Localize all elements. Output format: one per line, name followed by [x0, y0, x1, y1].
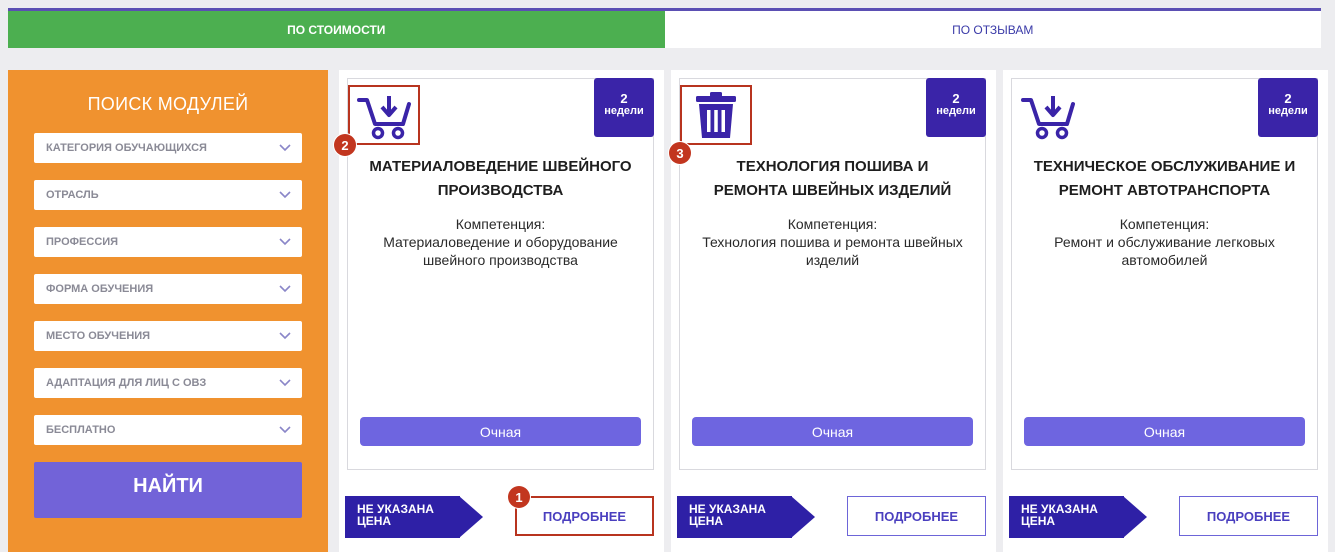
duration-value: 2 — [952, 91, 960, 106]
filter-study-place[interactable]: МЕСТО ОБУЧЕНИЯ — [34, 321, 302, 351]
filter-label: ПРОФЕССИЯ — [46, 236, 119, 248]
module-card-column: 2 недели МАТЕРИАЛОВЕДЕНИЕ ШВЕЙНОГО ПРОИЗ… — [339, 70, 664, 552]
details-button[interactable]: ПОДРОБНЕЕ — [1179, 496, 1318, 536]
price-label: НЕ УКАЗАНА ЦЕНА — [345, 496, 460, 538]
duration-unit: недели — [1268, 105, 1308, 117]
add-to-cart-button[interactable] — [348, 85, 420, 145]
competence-label: Компетенция: — [455, 216, 546, 232]
sort-tabs: ПО СТОИМОСТИ ПО ОТЗЫВАМ — [8, 8, 1321, 48]
competence-value: Технология пошива и ремонта швейных изде… — [702, 234, 963, 268]
chevron-down-icon — [279, 144, 291, 152]
module-card: 2 недели ТЕХНИЧЕСКОЕ ОБСЛУЖИВАНИЕ И РЕМО… — [1011, 78, 1318, 470]
price-label: НЕ УКАЗАНА ЦЕНА — [1009, 496, 1124, 538]
module-card: 2 недели ТЕХНОЛОГИЯ ПОШИВА И РЕМОНТА ШВЕ… — [679, 78, 986, 470]
module-card-column: 2 недели ТЕХНИЧЕСКОЕ ОБСЛУЖИВАНИЕ И РЕМО… — [1003, 70, 1328, 552]
chevron-down-icon — [279, 238, 291, 246]
filter-label: ОТРАСЛЬ — [46, 189, 99, 201]
price-label: НЕ УКАЗАНА ЦЕНА — [677, 496, 792, 538]
module-title: ТЕХНИЧЕСКОЕ ОБСЛУЖИВАНИЕ И РЕМОНТ АВТОТР… — [1033, 158, 1296, 199]
duration-badge: 2 недели — [926, 78, 986, 137]
duration-unit: недели — [936, 105, 976, 117]
find-button[interactable]: НАЙТИ — [34, 462, 302, 518]
filter-accessibility[interactable]: АДАПТАЦИЯ ДЛЯ ЛИЦ С ОВЗ — [34, 368, 302, 398]
details-button[interactable]: ПОДРОБНЕЕ — [515, 496, 654, 536]
price-arrow — [791, 496, 815, 538]
chevron-down-icon — [279, 426, 291, 434]
tab-by-reviews[interactable]: ПО ОТЗЫВАМ — [664, 11, 1321, 48]
module-title: ТЕХНОЛОГИЯ ПОШИВА И РЕМОНТА ШВЕЙНЫХ ИЗДЕ… — [713, 158, 952, 199]
chevron-down-icon — [279, 379, 291, 387]
duration-badge: 2 недели — [1258, 78, 1318, 137]
cart-icon — [357, 96, 411, 140]
module-search-panel: ПОИСК МОДУЛЕЙ КАТЕГОРИЯ ОБУЧАЮЩИХСЯ ОТРА… — [8, 70, 328, 552]
cart-icon — [1021, 96, 1075, 140]
price-tag: НЕ УКАЗАНА ЦЕНА — [1009, 496, 1147, 538]
add-to-cart-button[interactable] — [1012, 85, 1084, 145]
filter-study-form[interactable]: ФОРМА ОБУЧЕНИЯ — [34, 274, 302, 304]
price-arrow — [459, 496, 483, 538]
competence-value: Ремонт и обслуживание легковых автомобил… — [1054, 234, 1275, 268]
remove-from-cart-button[interactable] — [680, 85, 752, 145]
filter-label: АДАПТАЦИЯ ДЛЯ ЛИЦ С ОВЗ — [46, 377, 207, 389]
competence-block: Компетенция: Материаловедение и оборудов… — [360, 215, 641, 269]
duration-value: 2 — [1284, 91, 1292, 106]
chevron-down-icon — [279, 332, 291, 340]
filter-label: МЕСТО ОБУЧЕНИЯ — [46, 330, 151, 342]
step-marker-3: 3 — [669, 142, 691, 164]
duration-unit: недели — [604, 105, 644, 117]
competence-block: Компетенция: Ремонт и обслуживание легко… — [1024, 215, 1305, 269]
study-form-button[interactable]: Очная — [360, 417, 641, 446]
filter-label: ФОРМА ОБУЧЕНИЯ — [46, 283, 154, 295]
filter-label: БЕСПЛАТНО — [46, 424, 116, 436]
filter-profession[interactable]: ПРОФЕССИЯ — [34, 227, 302, 257]
trash-icon — [696, 92, 736, 138]
study-form-button[interactable]: Очная — [1024, 417, 1305, 446]
module-title: МАТЕРИАЛОВЕДЕНИЕ ШВЕЙНОГО ПРОИЗВОДСТВА — [369, 158, 632, 199]
search-panel-title: ПОИСК МОДУЛЕЙ — [87, 94, 249, 114]
filter-label: КАТЕГОРИЯ ОБУЧАЮЩИХСЯ — [46, 142, 207, 154]
filter-student-category[interactable]: КАТЕГОРИЯ ОБУЧАЮЩИХСЯ — [34, 133, 302, 163]
competence-block: Компетенция: Технология пошива и ремонта… — [692, 215, 973, 269]
chevron-down-icon — [279, 191, 291, 199]
module-card: 2 недели МАТЕРИАЛОВЕДЕНИЕ ШВЕЙНОГО ПРОИЗ… — [347, 78, 654, 470]
duration-badge: 2 недели — [594, 78, 654, 137]
tab-by-cost[interactable]: ПО СТОИМОСТИ — [8, 11, 665, 48]
price-tag: НЕ УКАЗАНА ЦЕНА — [677, 496, 815, 538]
competence-label: Компетенция: — [787, 216, 878, 232]
step-marker-2: 2 — [334, 134, 356, 156]
step-marker-1: 1 — [508, 486, 530, 508]
filter-free[interactable]: БЕСПЛАТНО — [34, 415, 302, 445]
duration-value: 2 — [620, 91, 628, 106]
price-tag: НЕ УКАЗАНА ЦЕНА — [345, 496, 483, 538]
competence-label: Компетенция: — [1119, 216, 1210, 232]
module-card-column: 2 недели ТЕХНОЛОГИЯ ПОШИВА И РЕМОНТА ШВЕ… — [671, 70, 996, 552]
chevron-down-icon — [279, 285, 291, 293]
price-arrow — [1123, 496, 1147, 538]
study-form-button[interactable]: Очная — [692, 417, 973, 446]
competence-value: Материаловедение и оборудование швейного… — [383, 234, 618, 268]
filter-industry[interactable]: ОТРАСЛЬ — [34, 180, 302, 210]
details-button[interactable]: ПОДРОБНЕЕ — [847, 496, 986, 536]
